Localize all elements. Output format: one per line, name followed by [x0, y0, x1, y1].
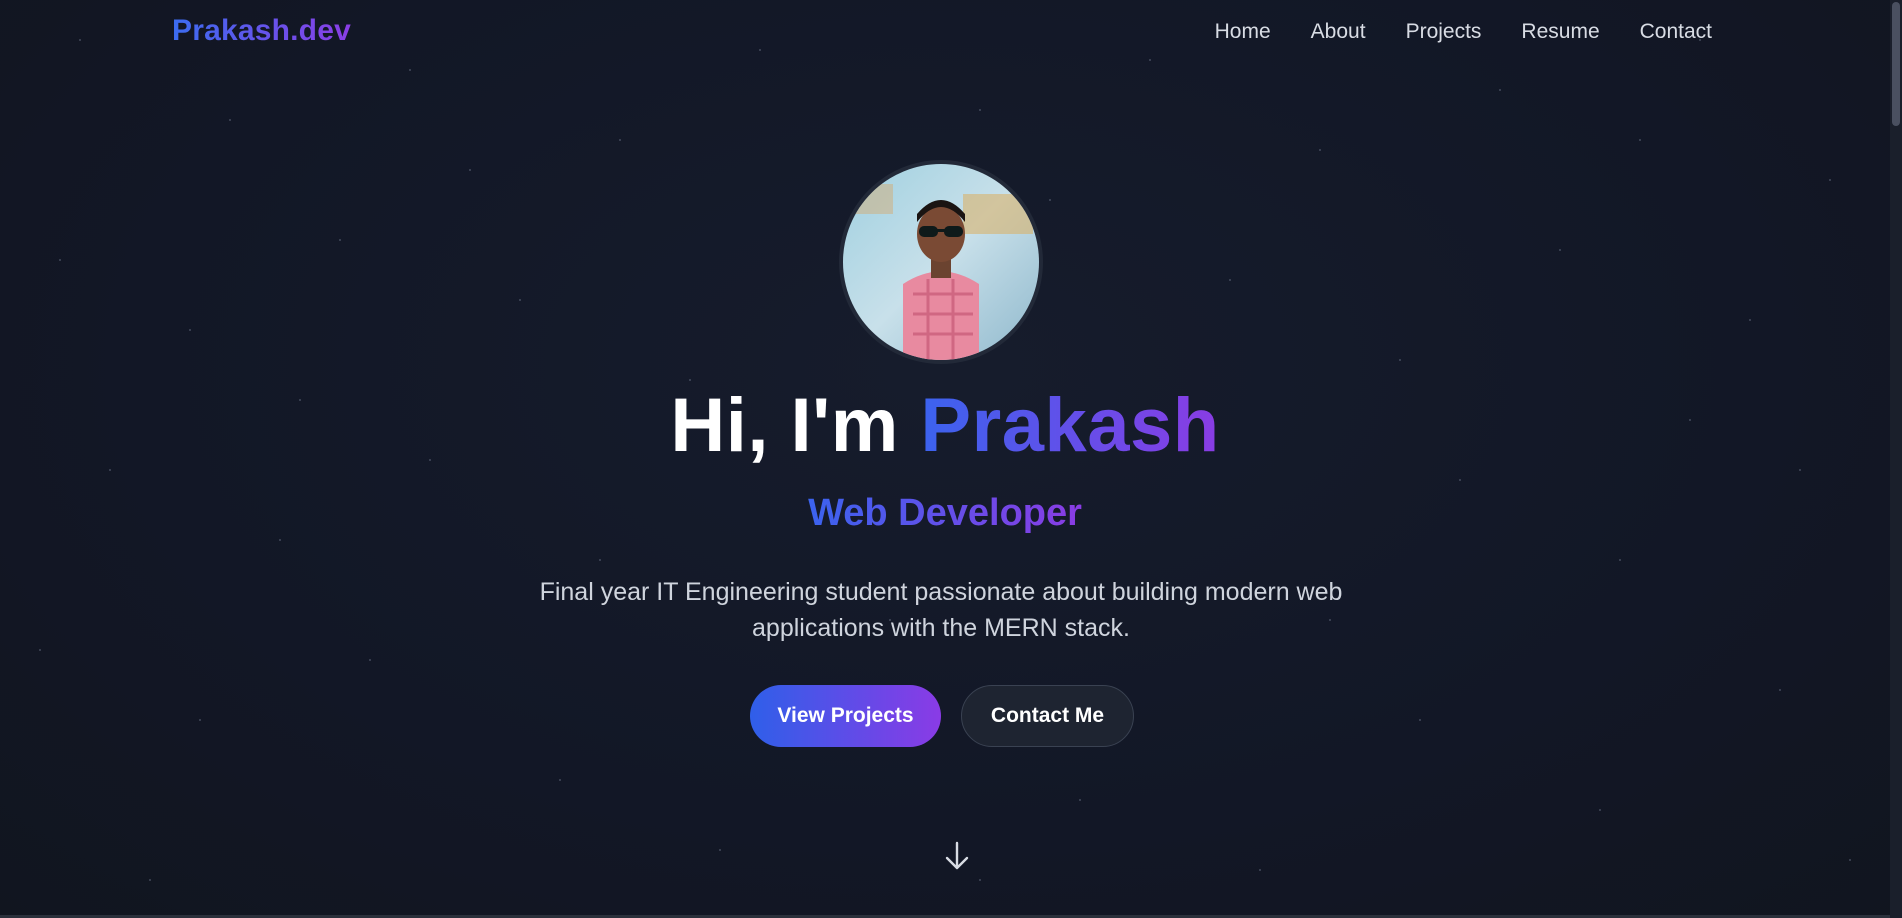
arrow-down-icon[interactable]	[944, 840, 970, 872]
scrollbar-thumb[interactable]	[1892, 2, 1900, 126]
nav-links: Home About Projects Resume Contact	[1215, 20, 1712, 44]
hero-greeting: Hi, I'm	[670, 383, 921, 468]
nav-link-projects[interactable]: Projects	[1406, 20, 1482, 44]
profile-avatar	[843, 164, 1039, 360]
hero-name: Prakash	[920, 383, 1220, 468]
nav-link-resume[interactable]: Resume	[1521, 20, 1599, 44]
hero-role: Web Developer	[0, 492, 1890, 535]
profile-photo-illustration	[843, 164, 1039, 360]
site-logo[interactable]: Prakash.dev	[172, 14, 351, 48]
nav-link-contact[interactable]: Contact	[1640, 20, 1712, 44]
view-projects-button[interactable]: View Projects	[750, 685, 941, 747]
top-navbar: Prakash.dev Home About Projects Resume C…	[0, 0, 1890, 64]
hero-description: Final year IT Engineering student passio…	[539, 578, 1343, 642]
portfolio-page: Prakash.dev Home About Projects Resume C…	[0, 0, 1902, 918]
nav-link-home[interactable]: Home	[1215, 20, 1271, 44]
hero-heading: Hi, I'm Prakash	[0, 382, 1890, 469]
hero-role-text: Web Developer	[808, 492, 1082, 534]
contact-me-button[interactable]: Contact Me	[961, 685, 1134, 747]
vertical-scrollbar[interactable]	[1890, 0, 1902, 918]
nav-link-about[interactable]: About	[1311, 20, 1366, 44]
